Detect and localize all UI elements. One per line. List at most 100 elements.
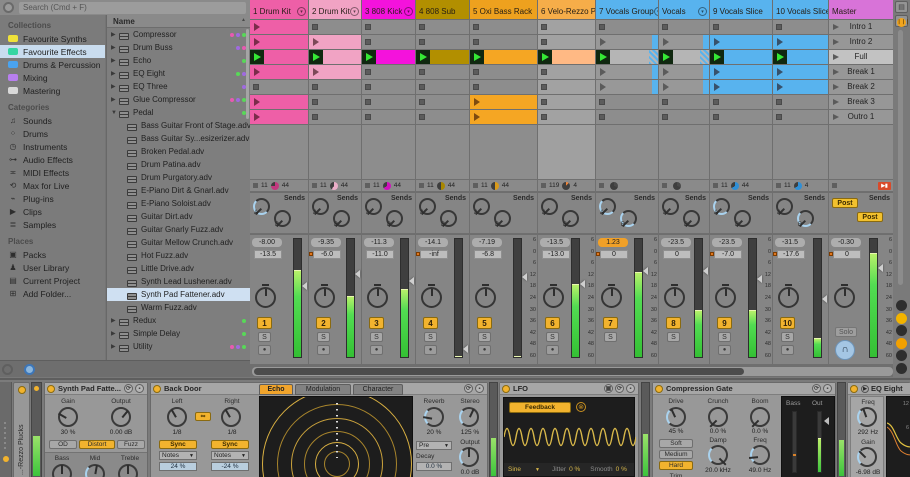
- track-activator-button[interactable]: 10: [780, 317, 795, 329]
- reverb-knob[interactable]: [422, 407, 444, 427]
- clip-slot[interactable]: [710, 110, 772, 124]
- drive-value[interactable]: 45 %: [657, 428, 695, 435]
- volume-handle[interactable]: [302, 281, 307, 290]
- browser-folder-drum-buss[interactable]: ▶ Drum Buss: [107, 41, 250, 54]
- clip-stop-button[interactable]: [419, 99, 425, 105]
- clip-slot[interactable]: [416, 35, 469, 49]
- clip-stop-button[interactable]: [713, 99, 719, 105]
- clip-slot[interactable]: [710, 35, 772, 49]
- file-list-header[interactable]: Name ▲: [107, 15, 250, 28]
- browser-file-warm-fuzz-adv[interactable]: Warm Fuzz.adv: [107, 301, 250, 314]
- peak-level-value[interactable]: -8.00: [252, 238, 282, 247]
- browser-folder-eq-eight[interactable]: ▶ EQ Eight: [107, 67, 250, 80]
- clip-slot[interactable]: [773, 80, 828, 94]
- clip-stop-button[interactable]: [599, 24, 605, 30]
- clip-play-icon[interactable]: [474, 98, 480, 106]
- send-b-knob[interactable]: B: [386, 210, 403, 228]
- clip-stop-button[interactable]: [541, 114, 547, 120]
- sidebar-item-current-project[interactable]: ▤ Current Project: [0, 274, 105, 287]
- clip-play-icon[interactable]: [777, 83, 783, 91]
- sidebar-item-packs[interactable]: ▣ Packs: [0, 248, 105, 261]
- clip-slot[interactable]: [309, 35, 361, 49]
- clip-play-icon[interactable]: [254, 23, 260, 31]
- clip-stop-button[interactable]: [662, 114, 668, 120]
- volume-value[interactable]: 0: [833, 250, 861, 259]
- clip-slot[interactable]: [659, 110, 709, 124]
- peak-level-value[interactable]: -0.30: [831, 238, 861, 247]
- save-preset-icon[interactable]: ▪: [823, 384, 832, 393]
- peak-level-value[interactable]: -7.19: [472, 238, 502, 247]
- arm-button[interactable]: ●: [258, 345, 271, 355]
- volume-value[interactable]: -7.0: [714, 250, 742, 259]
- reverb-position-dropdown[interactable]: Pre ▼: [416, 441, 452, 450]
- clip-slot[interactable]: [596, 35, 658, 49]
- stereo-knob[interactable]: [459, 407, 479, 427]
- damp-value[interactable]: 20.0 kHz: [699, 467, 737, 474]
- eq-freq-value[interactable]: 292 Hz: [851, 429, 885, 436]
- drive-mode-hard[interactable]: Hard: [659, 461, 693, 470]
- clip-slot[interactable]: [596, 65, 658, 79]
- tab-echo[interactable]: Echo: [259, 384, 293, 395]
- crunch-value[interactable]: 0.0 %: [699, 428, 737, 435]
- sidebar-item-drums[interactable]: ⁘ Drums: [0, 127, 105, 140]
- sidebar-item-user-library[interactable]: ♟ User Library: [0, 261, 105, 274]
- arm-button[interactable]: ●: [370, 345, 383, 355]
- pan-knob[interactable]: [314, 284, 335, 308]
- sidebar-item-drums-percussion[interactable]: Drums & Percussion: [0, 58, 105, 71]
- clip-slot[interactable]: [773, 35, 828, 49]
- browser-folder-echo[interactable]: ▶ Echo: [107, 54, 250, 67]
- scene-slot-break-2[interactable]: Break 2: [829, 80, 893, 94]
- folder-expand-icon[interactable]: ▶: [111, 83, 119, 90]
- browser-file-e-piano-soloist-adv[interactable]: E-Piano Soloist.adv: [107, 197, 250, 210]
- preview-dim-icon[interactable]: [2, 364, 13, 375]
- preview-headphone-icon[interactable]: [24, 364, 35, 375]
- clip-play-icon[interactable]: [474, 113, 480, 121]
- arm-button[interactable]: ●: [781, 345, 794, 355]
- echo-right-sync-button[interactable]: Sync: [211, 440, 249, 449]
- clip-play-icon[interactable]: [714, 38, 720, 46]
- clip-playing-icon[interactable]: [362, 50, 376, 64]
- boom-value[interactable]: 0.0 %: [741, 428, 779, 435]
- treble-knob[interactable]: [118, 464, 138, 477]
- device-activator-icon[interactable]: [850, 384, 858, 393]
- scene-play-icon[interactable]: [833, 114, 839, 120]
- hot-swap-icon[interactable]: ⟳: [615, 384, 624, 393]
- clip-slot[interactable]: [250, 95, 308, 109]
- save-preset-icon[interactable]: ▪: [135, 384, 144, 393]
- hot-swap-icon[interactable]: ⟳: [464, 384, 473, 393]
- clip-slot[interactable]: [659, 95, 709, 109]
- send-b-knob[interactable]: B: [562, 210, 579, 228]
- clip-stop-button[interactable]: [541, 99, 547, 105]
- clip-slot[interactable]: [309, 110, 361, 124]
- sidebar-item-favourite-effects[interactable]: Favourite Effects: [0, 45, 105, 58]
- clip-stop-button[interactable]: [419, 24, 425, 30]
- clip-slot[interactable]: [309, 95, 361, 109]
- preview-cue-icon[interactable]: ∩: [835, 340, 855, 360]
- browser-file-broken-pedal-adv[interactable]: Broken Pedal.adv: [107, 145, 250, 158]
- clip-slot[interactable]: [309, 80, 361, 94]
- scene-slot-break-3[interactable]: Break 3: [829, 95, 893, 109]
- folder-expand-icon[interactable]: ▶: [111, 70, 119, 77]
- browser-file-guitar-mellow-crunch-adv[interactable]: Guitar Mellow Crunch.adv: [107, 236, 250, 249]
- clip-slot[interactable]: [309, 50, 361, 64]
- peak-level-value[interactable]: -11.3: [364, 238, 394, 247]
- pan-knob[interactable]: [778, 284, 799, 308]
- solo-button[interactable]: S: [424, 332, 437, 342]
- clip-stop-button[interactable]: [365, 84, 371, 90]
- drive-mode-soft[interactable]: Soft: [659, 439, 693, 448]
- arm-button[interactable]: ●: [546, 345, 559, 355]
- decay-value[interactable]: 0.0 %: [416, 462, 452, 471]
- browser-file-e-piano-dirt-gnarl-adv[interactable]: E-Piano Dirt & Gnarl.adv: [107, 184, 250, 197]
- echo-output-knob[interactable]: [459, 447, 479, 467]
- browser-file-little-drive-adv[interactable]: Little Drive.adv: [107, 262, 250, 275]
- track-header[interactable]: Vocals ▾: [659, 0, 709, 19]
- scrollbar-thumb[interactable]: [254, 368, 744, 375]
- reverb-value[interactable]: 20 %: [416, 429, 452, 436]
- track-header[interactable]: 3 808 Kick ▾: [362, 0, 415, 19]
- solo-button[interactable]: S: [370, 332, 383, 342]
- clip-stop-button[interactable]: [776, 99, 782, 105]
- volume-handle[interactable]: [409, 277, 414, 286]
- pedal-mode-od[interactable]: OD: [49, 440, 77, 449]
- session-view-toggle-icon[interactable]: ▤: [895, 1, 908, 13]
- browser-folder-eq-three[interactable]: ▶ EQ Three: [107, 80, 250, 93]
